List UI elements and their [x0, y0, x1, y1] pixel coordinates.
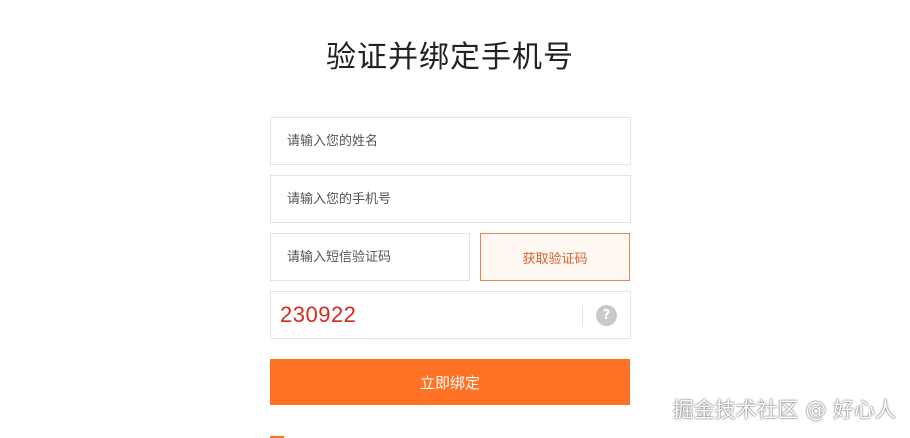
page-title: 验证并绑定手机号 — [326, 40, 574, 75]
bind-phone-page: 验证并绑定手机号 获取验证码 230922 ? 立即绑定 掘金技术社区 @ 好心… — [0, 0, 910, 438]
captcha-divider — [582, 306, 583, 326]
phone-input[interactable] — [271, 176, 630, 222]
get-code-button[interactable]: 获取验证码 — [480, 233, 630, 281]
captcha-field: 230922 ? — [270, 291, 631, 339]
sms-code-field — [270, 233, 470, 281]
question-circle-icon[interactable]: ? — [596, 305, 617, 326]
name-input[interactable] — [271, 118, 630, 164]
captcha-code[interactable]: 230922 — [280, 302, 356, 328]
bind-submit-button[interactable]: 立即绑定 — [270, 359, 630, 405]
sms-code-input[interactable] — [271, 234, 469, 280]
phone-field — [270, 175, 631, 223]
name-field — [270, 117, 631, 165]
watermark: 掘金技术社区 @ 好心人 — [672, 398, 896, 422]
